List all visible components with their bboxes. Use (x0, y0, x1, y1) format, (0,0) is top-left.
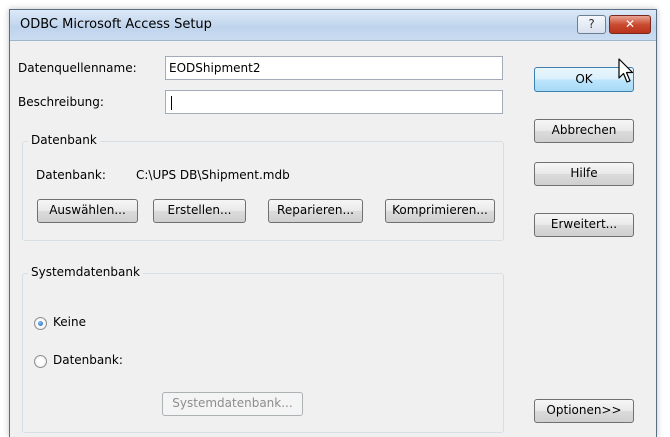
options-button[interactable]: Optionen>> (534, 399, 634, 423)
close-icon[interactable]: ✕ (609, 15, 651, 34)
help-icon[interactable]: ? (577, 15, 606, 34)
radio-system-database[interactable] (34, 355, 47, 368)
compact-database-button[interactable]: Komprimieren... (385, 199, 495, 223)
system-database-group-title: Systemdatenbank (28, 265, 143, 279)
window-title: ODBC Microsoft Access Setup (20, 17, 212, 32)
help-button[interactable]: Hilfe (534, 162, 634, 186)
advanced-button[interactable]: Erweitert... (534, 213, 634, 237)
cancel-button[interactable]: Abbrechen (534, 119, 634, 143)
select-database-button[interactable]: Auswählen... (37, 199, 138, 223)
description-field[interactable] (165, 90, 503, 114)
radio-none-label[interactable]: Keine (53, 315, 86, 329)
dsn-field[interactable]: EODShipment2 (165, 56, 503, 80)
database-group (22, 141, 504, 241)
title-bar[interactable]: ODBC Microsoft Access Setup ? ✕ (10, 10, 656, 41)
description-label: Beschreibung: (18, 95, 104, 109)
system-database-button[interactable]: Systemdatenbank... (162, 392, 303, 416)
dialog-body: Datenquellenname: EODShipment2 Beschreib… (10, 41, 656, 437)
text-caret (171, 95, 172, 110)
database-group-title: Datenbank (28, 133, 100, 147)
dsn-value: EODShipment2 (169, 61, 261, 75)
radio-none[interactable] (34, 317, 47, 330)
radio-system-database-label[interactable]: Datenbank: (53, 353, 123, 367)
database-label: Datenbank: (36, 168, 106, 182)
mouse-cursor-icon (618, 58, 634, 83)
repair-database-button[interactable]: Reparieren... (268, 199, 363, 223)
create-database-button[interactable]: Erstellen... (153, 199, 246, 223)
dsn-label: Datenquellenname: (18, 61, 137, 75)
database-path: C:\UPS DB\Shipment.mdb (136, 168, 290, 182)
odbc-setup-dialog: ODBC Microsoft Access Setup ? ✕ Datenque… (9, 9, 657, 437)
